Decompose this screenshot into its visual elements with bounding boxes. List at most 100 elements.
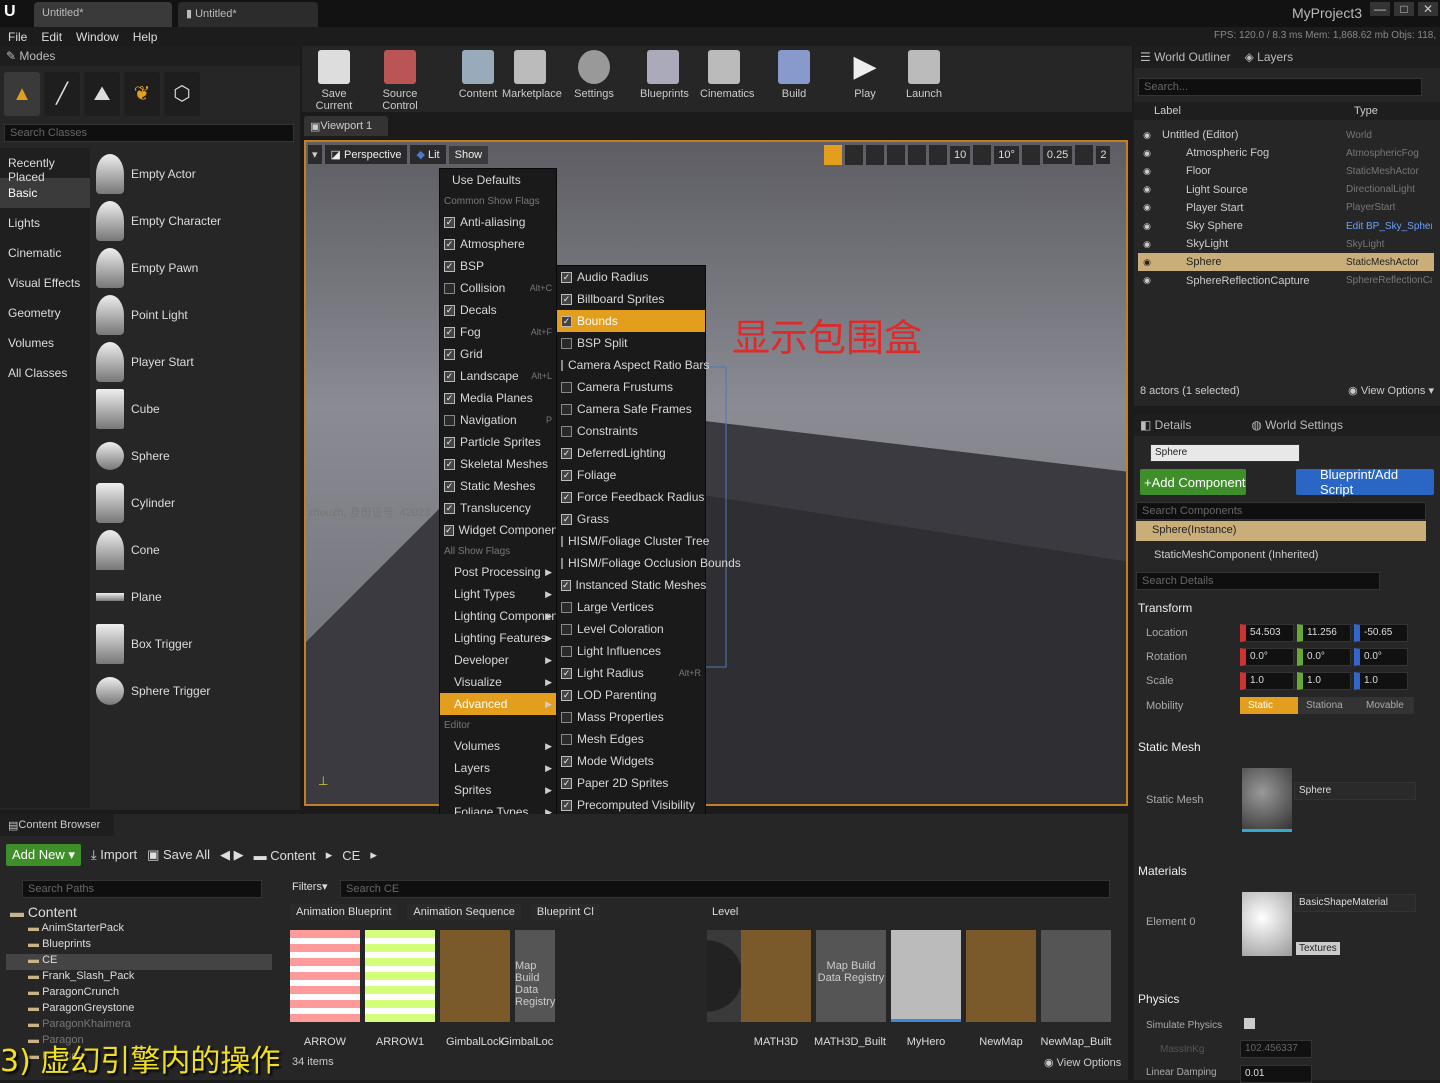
unchecked-checkbox-icon[interactable] bbox=[561, 535, 563, 547]
static-mesh-section[interactable]: Static Mesh bbox=[1138, 740, 1201, 754]
menu-edit[interactable]: Edit bbox=[41, 30, 62, 44]
checked-checkbox-icon[interactable]: ✓ bbox=[444, 502, 455, 514]
show-category-item[interactable]: Lighting Features ▶ bbox=[440, 627, 556, 649]
content-button[interactable]: Content bbox=[458, 50, 498, 100]
category-visual-effects[interactable]: Visual Effects bbox=[0, 268, 90, 298]
asset-thumbnail-math3d[interactable] bbox=[741, 930, 811, 1022]
rotation-label[interactable]: Rotation bbox=[1146, 651, 1187, 663]
materials-section[interactable]: Materials bbox=[1138, 864, 1187, 878]
details-tab[interactable]: ◧ Details bbox=[1140, 418, 1191, 432]
asset-thumbnail-gimballock[interactable] bbox=[440, 930, 510, 1022]
folder-tree-item[interactable]: ▬ AnimStarterPack bbox=[6, 922, 272, 938]
checked-checkbox-icon[interactable]: ✓ bbox=[561, 667, 572, 679]
unchecked-checkbox-icon[interactable] bbox=[561, 337, 572, 349]
advanced-flag-item[interactable]: Camera Aspect Ratio Bars bbox=[557, 354, 709, 376]
unchecked-checkbox-icon[interactable] bbox=[561, 381, 572, 393]
settings-button[interactable]: Settings bbox=[572, 50, 616, 100]
world-settings-tab[interactable]: ◍ World Settings bbox=[1251, 418, 1343, 432]
checked-checkbox-icon[interactable]: ✓ bbox=[444, 436, 455, 448]
advanced-flag-item[interactable]: HISM/Foliage Cluster Tree bbox=[557, 530, 709, 552]
search-components-input[interactable]: Search Components bbox=[1136, 502, 1426, 520]
show-category-item[interactable]: Visualize ▶ bbox=[440, 671, 556, 693]
place-item[interactable]: Sphere bbox=[92, 434, 296, 478]
unchecked-checkbox-icon[interactable] bbox=[561, 645, 572, 657]
menu-window[interactable]: Window bbox=[76, 30, 119, 44]
place-item[interactable]: Point Light bbox=[92, 293, 296, 337]
show-category-item[interactable]: Light Types ▶ bbox=[440, 583, 556, 605]
world-local-icon[interactable] bbox=[887, 145, 905, 165]
visibility-eye-icon[interactable]: ◉ bbox=[1138, 202, 1156, 213]
place-item[interactable]: Empty Actor bbox=[92, 152, 296, 196]
advanced-flag-item[interactable]: Large Vertices bbox=[557, 596, 705, 618]
surface-snap-icon[interactable] bbox=[908, 145, 926, 165]
advanced-flag-item[interactable]: Light Influences bbox=[557, 640, 705, 662]
show-flag-item[interactable]: ✓ Atmosphere bbox=[440, 233, 556, 255]
location-x-field[interactable]: 54.503 bbox=[1240, 624, 1294, 642]
mobility-static-option[interactable]: Static bbox=[1240, 697, 1298, 714]
asset-thumbnail-map-build[interactable]: Map Build Data Registry bbox=[515, 930, 555, 1022]
outliner-row[interactable]: ◉ Floor StaticMeshActor bbox=[1138, 162, 1434, 180]
checked-checkbox-icon[interactable]: ✓ bbox=[444, 458, 455, 470]
editor-flag-item[interactable]: Volumes ▶ bbox=[440, 735, 556, 757]
filter-chip[interactable]: Level bbox=[712, 906, 738, 918]
folder-tree-item[interactable]: ▬ ParagonGreystone bbox=[6, 1002, 272, 1018]
advanced-flag-item[interactable]: ✓ Foliage bbox=[557, 464, 705, 486]
unchecked-checkbox-icon[interactable] bbox=[561, 733, 572, 745]
unchecked-checkbox-icon[interactable] bbox=[561, 425, 572, 437]
show-flag-item[interactable]: ✓ Skeletal Meshes bbox=[440, 453, 556, 475]
physics-section[interactable]: Physics bbox=[1138, 992, 1179, 1006]
unchecked-checkbox-icon[interactable] bbox=[561, 711, 572, 723]
simulate-physics-checkbox[interactable] bbox=[1244, 1018, 1255, 1029]
camera-speed-icon[interactable] bbox=[1075, 145, 1094, 165]
filter-chip[interactable]: Animation Sequence bbox=[407, 904, 521, 920]
asset-thumbnail-sphere[interactable] bbox=[707, 930, 743, 1022]
menu-file[interactable]: File bbox=[8, 30, 27, 44]
show-flag-item[interactable]: ✓ Decals bbox=[440, 299, 556, 321]
checked-checkbox-icon[interactable]: ✓ bbox=[444, 260, 455, 272]
scale-icon[interactable] bbox=[866, 145, 884, 165]
outliner-row[interactable]: ◉ Sky Sphere Edit BP_Sky_Spher bbox=[1138, 217, 1434, 235]
checked-checkbox-icon[interactable]: ✓ bbox=[444, 392, 455, 404]
advanced-flag-item[interactable]: Camera Frustums bbox=[557, 376, 705, 398]
advanced-flag-item[interactable]: Mass Properties bbox=[557, 706, 705, 728]
visibility-eye-icon[interactable]: ◉ bbox=[1138, 148, 1156, 159]
checked-checkbox-icon[interactable]: ✓ bbox=[561, 777, 572, 789]
instance-row[interactable]: Sphere(Instance) bbox=[1136, 521, 1426, 541]
mobility-stationary-option[interactable]: Stationa bbox=[1298, 697, 1358, 714]
paint-mode-icon[interactable]: ╱ bbox=[44, 72, 80, 116]
mobility-movable-option[interactable]: Movable bbox=[1358, 697, 1414, 714]
translate-icon[interactable] bbox=[824, 145, 842, 165]
component-row[interactable]: StaticMeshComponent (Inherited) bbox=[1154, 549, 1318, 561]
folder-tree-item[interactable]: ▬ ParagonKhaimera bbox=[6, 1018, 272, 1034]
outliner-search-input[interactable]: Search... bbox=[1138, 78, 1422, 96]
outliner-row[interactable]: ◉ SphereReflectionCapture SphereReflection… bbox=[1138, 272, 1434, 290]
outliner-row[interactable]: ◉ SkyLight SkyLight bbox=[1138, 235, 1434, 253]
show-flag-item[interactable]: ✓ Media Planes bbox=[440, 387, 556, 409]
filters-button[interactable]: Filters ▾ bbox=[292, 880, 327, 894]
show-category-item[interactable]: Advanced ▶ bbox=[440, 693, 556, 715]
transform-section[interactable]: Transform bbox=[1138, 601, 1192, 615]
viewport-tab[interactable]: ▣ Viewport 1 bbox=[304, 116, 388, 136]
scale-label[interactable]: Scale bbox=[1146, 675, 1174, 687]
checked-checkbox-icon[interactable]: ✓ bbox=[561, 271, 572, 283]
rotation-y-field[interactable]: 0.0° bbox=[1297, 648, 1351, 666]
place-item[interactable]: Empty Pawn bbox=[92, 246, 296, 290]
lit-button[interactable]: ◆ Lit bbox=[410, 145, 446, 164]
advanced-flag-item[interactable]: ✓ DeferredLighting bbox=[557, 442, 705, 464]
unchecked-checkbox-icon[interactable] bbox=[444, 414, 455, 426]
rotation-snap-icon[interactable] bbox=[973, 145, 992, 165]
editor-flag-item[interactable]: Layers ▶ bbox=[440, 757, 556, 779]
perspective-button[interactable]: ◪ Perspective bbox=[324, 145, 408, 164]
category-lights[interactable]: Lights bbox=[0, 208, 90, 238]
advanced-flag-item[interactable]: ✓ Audio Radius bbox=[557, 266, 705, 288]
asset-thumbnail-arrow[interactable] bbox=[290, 930, 360, 1022]
save-current-button[interactable]: Save Current bbox=[306, 50, 362, 112]
unchecked-checkbox-icon[interactable] bbox=[561, 623, 572, 635]
advanced-flag-item[interactable]: ✓ Precomputed Visibility bbox=[557, 794, 705, 816]
show-flag-item[interactable]: ✓ Landscape Alt+L bbox=[440, 365, 556, 387]
asset-thumbnail-myhero[interactable] bbox=[891, 930, 961, 1022]
place-item[interactable]: Plane bbox=[92, 575, 296, 619]
search-ce-input[interactable]: Search CE bbox=[340, 880, 1110, 898]
unchecked-checkbox-icon[interactable] bbox=[561, 557, 563, 569]
visibility-eye-icon[interactable]: ◉ bbox=[1138, 184, 1156, 195]
